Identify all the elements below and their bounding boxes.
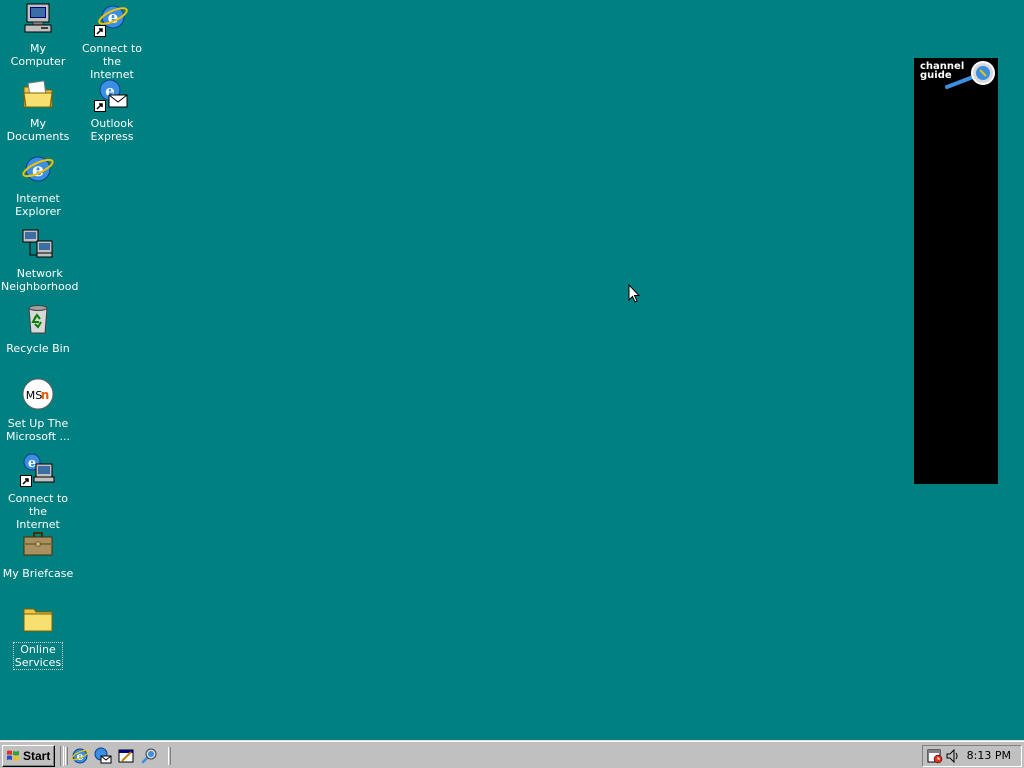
my-computer-icon [21, 2, 55, 36]
taskbar-grip[interactable] [168, 747, 171, 765]
channel-guide-button[interactable]: channel guide [917, 60, 997, 92]
desktop-icon-connect-internet[interactable]: e Connect to the Internet [74, 2, 150, 81]
volume-icon[interactable] [945, 748, 961, 764]
task-scheduler-icon[interactable] [927, 748, 943, 764]
start-label: Start [23, 749, 51, 763]
desktop-icon-my-documents[interactable]: My Documents [0, 77, 76, 143]
mouse-cursor-icon [628, 284, 640, 303]
desktop-icon-label: My Computer [10, 42, 66, 68]
svg-text:n: n [41, 388, 50, 402]
my-documents-icon [21, 77, 55, 111]
connect-internet-icon: e [94, 2, 129, 37]
shortcut-arrow-icon [94, 25, 106, 37]
quick-launch-outlook-express[interactable] [94, 747, 112, 765]
desktop-icon-label: Online Services [12, 642, 64, 670]
connect-internet-icon: e [20, 452, 55, 487]
desktop-icon-label: Recycle Bin [6, 342, 70, 355]
desktop-icon-label: Outlook Express [90, 117, 134, 143]
outlook-express-icon: e [94, 77, 129, 112]
msn-icon: MS n [21, 377, 55, 411]
desktop-icon-my-computer[interactable]: My Computer [0, 2, 76, 68]
outlook-express-icon [94, 747, 112, 764]
system-tray: 8:13 PM [922, 745, 1022, 767]
briefcase-icon [21, 527, 55, 561]
desktop-icon-label: Connect to the Internet [81, 42, 143, 81]
internet-explorer-icon: e [21, 152, 55, 186]
channel-bar[interactable]: channel guide [914, 58, 998, 484]
desktop-icon-connect-internet-2[interactable]: e Connect to the Internet [0, 452, 76, 531]
network-neighborhood-icon [21, 227, 55, 261]
desktop: My Computer e Connect to the Internet My… [0, 0, 1024, 740]
desktop-icon-label: Network Neighborhood [1, 267, 79, 293]
taskbar-clock[interactable]: 8:13 PM [967, 749, 1011, 762]
magnifier-icon [945, 61, 995, 89]
quick-launch-show-desktop[interactable] [117, 747, 135, 765]
taskbar: Start e 8:13 PM [0, 740, 1024, 768]
desktop-icon-my-briefcase[interactable]: My Briefcase [0, 527, 76, 580]
desktop-icon-label: Connect to the Internet [7, 492, 69, 531]
desktop-icon-label: My Documents [6, 117, 70, 143]
svg-text:e: e [28, 456, 36, 471]
view-channels-icon [141, 748, 157, 764]
recycle-bin-icon [21, 302, 55, 336]
folder-icon [21, 602, 55, 636]
shortcut-arrow-icon [94, 100, 106, 112]
taskbar-separator [60, 746, 64, 766]
desktop-icon-msn-setup[interactable]: MS n Set Up The Microsoft ... [0, 377, 76, 443]
desktop-icon-recycle-bin[interactable]: Recycle Bin [0, 302, 76, 355]
start-button[interactable]: Start [2, 745, 55, 767]
windows-logo-icon [7, 750, 19, 761]
show-desktop-icon [118, 749, 134, 763]
desktop-icon-online-services[interactable]: Online Services [0, 602, 76, 670]
quick-launch-grip[interactable] [65, 747, 68, 765]
desktop-icon-label: My Briefcase [2, 567, 74, 580]
desktop-icon-label: Set Up The Microsoft ... [5, 417, 71, 443]
desktop-icon-internet-explorer[interactable]: e Internet Explorer [0, 152, 76, 218]
internet-explorer-icon: e [71, 748, 89, 764]
desktop-icon-network-neighborhood[interactable]: Network Neighborhood [0, 227, 79, 293]
desktop-icon-outlook-express[interactable]: e Outlook Express [74, 77, 150, 143]
quick-launch-internet-explorer[interactable]: e [71, 747, 89, 765]
desktop-icon-label: Internet Explorer [15, 192, 61, 218]
shortcut-arrow-icon [20, 475, 32, 487]
quick-launch-view-channels[interactable] [140, 747, 158, 765]
